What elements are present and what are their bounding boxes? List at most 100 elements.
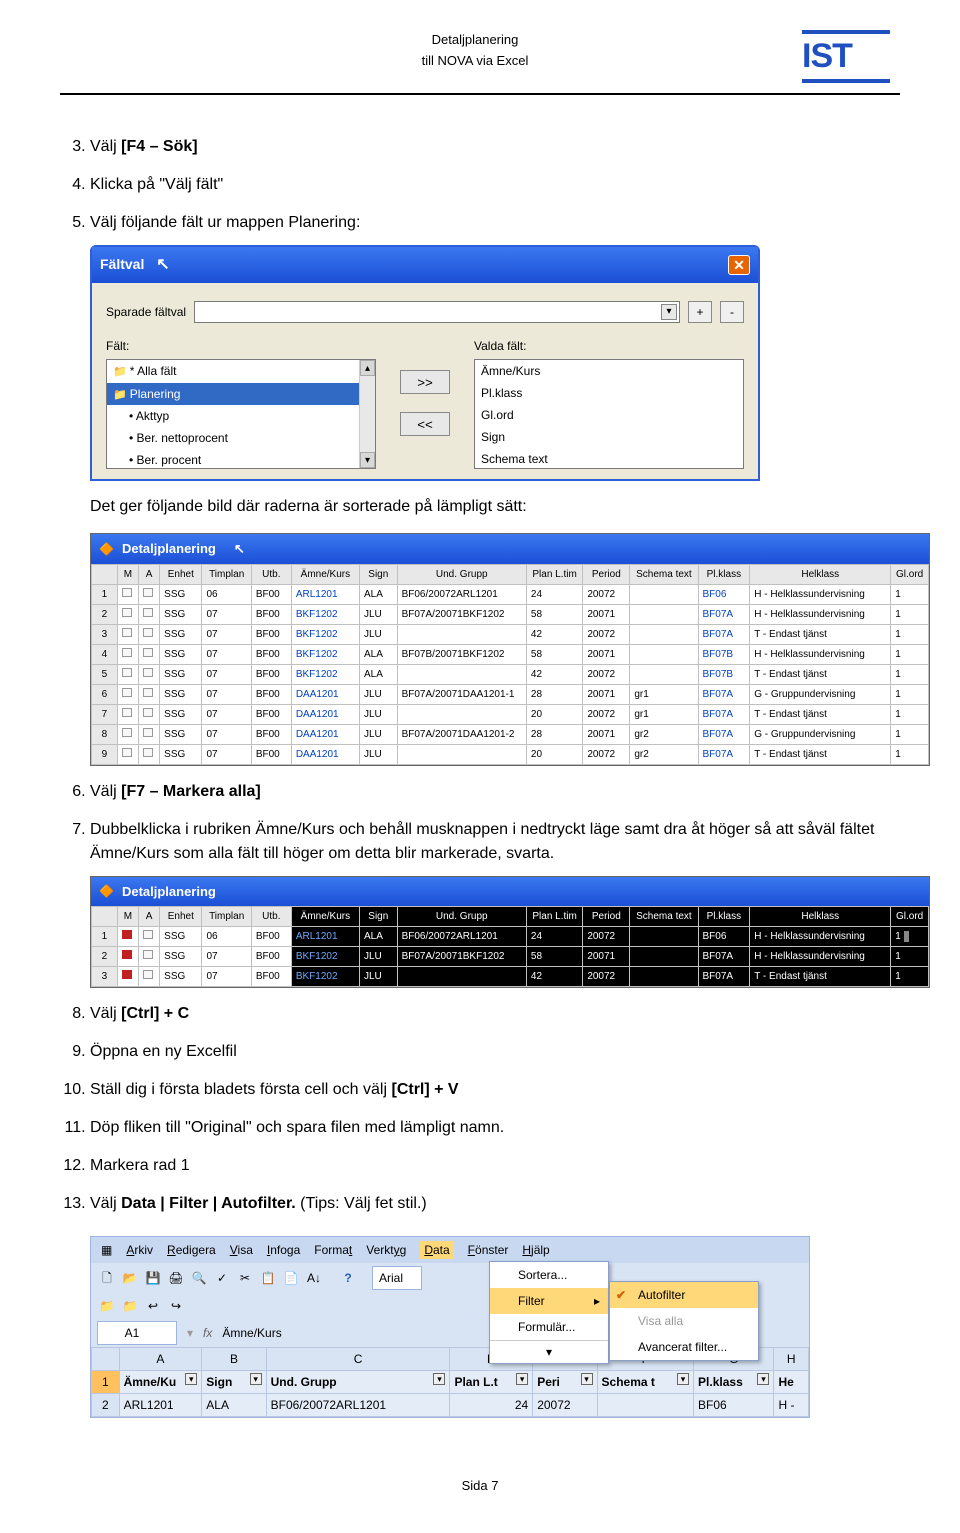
- cell[interactable]: 42: [526, 624, 582, 644]
- cell[interactable]: BKF1202: [291, 967, 359, 987]
- cell[interactable]: [630, 664, 698, 684]
- col-header[interactable]: C: [266, 1348, 450, 1371]
- folder-icon[interactable]: 📁: [120, 1296, 140, 1316]
- arrow-icon[interactable]: ↪: [166, 1296, 186, 1316]
- menu-visa[interactable]: Visa: [230, 1241, 253, 1259]
- cell[interactable]: BF06/20072ARL1201: [397, 927, 526, 947]
- list-item-selected[interactable]: Planering: [107, 383, 375, 406]
- save-icon[interactable]: 💾: [143, 1268, 163, 1288]
- folder-icon[interactable]: 📁: [97, 1296, 117, 1316]
- selected-listbox[interactable]: Ämne/Kurs Pl.klass Gl.ord Sign Schema te…: [474, 359, 744, 469]
- cell[interactable]: [117, 927, 138, 947]
- cell[interactable]: 58: [526, 604, 582, 624]
- column-header[interactable]: Schema text: [630, 564, 698, 584]
- column-header[interactable]: A: [139, 907, 160, 927]
- cell[interactable]: JLU: [359, 967, 397, 987]
- cell[interactable]: H -: [774, 1394, 809, 1417]
- cell[interactable]: 2: [92, 947, 118, 967]
- cell[interactable]: [397, 664, 526, 684]
- cell[interactable]: SSG: [160, 584, 202, 604]
- cell[interactable]: BF07A: [698, 724, 750, 744]
- cell[interactable]: H - Helklassundervisning: [750, 927, 891, 947]
- cell[interactable]: G - Gruppundervisning: [750, 684, 891, 704]
- cell[interactable]: [139, 604, 160, 624]
- cell[interactable]: DAA1201: [291, 724, 359, 744]
- column-header[interactable]: Helklass: [750, 564, 891, 584]
- cut-icon[interactable]: ✂: [235, 1268, 255, 1288]
- cell[interactable]: SSG: [160, 927, 202, 947]
- cell[interactable]: 1: [891, 604, 929, 624]
- column-header[interactable]: Sign: [359, 907, 397, 927]
- cell[interactable]: BF07A: [698, 704, 750, 724]
- column-header[interactable]: Plan L.tim: [526, 907, 582, 927]
- cell[interactable]: BF07A/20071DAA1201-1: [397, 684, 526, 704]
- grid-titlebar[interactable]: 🔶 Detaljplanering ↖: [91, 534, 929, 564]
- cell[interactable]: 07: [202, 624, 251, 644]
- cell[interactable]: 42: [526, 967, 582, 987]
- column-header[interactable]: Gl.ord: [891, 907, 929, 927]
- cell[interactable]: BKF1202: [291, 604, 359, 624]
- cell[interactable]: [630, 644, 698, 664]
- remove-button[interactable]: <<: [400, 412, 450, 436]
- cell[interactable]: ARL1201: [291, 927, 359, 947]
- cell[interactable]: 07: [202, 704, 251, 724]
- cell[interactable]: [397, 744, 526, 764]
- cell[interactable]: 20: [526, 744, 582, 764]
- list-item[interactable]: Akttyp: [107, 405, 375, 427]
- data-menu[interactable]: Sortera... Filter▸ Formulär... ▾: [489, 1261, 609, 1364]
- cell[interactable]: Plan L.t▾: [450, 1371, 533, 1394]
- help-icon[interactable]: ?: [338, 1268, 358, 1288]
- cell[interactable]: [630, 947, 698, 967]
- cell[interactable]: H - Helklassundervisning: [750, 604, 891, 624]
- copy-icon[interactable]: 📋: [258, 1268, 278, 1288]
- menu-hjalp[interactable]: Hjälp: [522, 1241, 549, 1259]
- column-header[interactable]: Ämne/Kurs: [291, 907, 359, 927]
- cell[interactable]: [117, 664, 138, 684]
- cell[interactable]: Und. Grupp▾: [266, 1371, 450, 1394]
- list-item[interactable]: * Alla fält: [107, 360, 375, 383]
- cell[interactable]: gr2: [630, 744, 698, 764]
- cell[interactable]: BF00: [251, 624, 291, 644]
- autofilter-icon[interactable]: ▾: [185, 1373, 197, 1385]
- column-header[interactable]: Schema text: [630, 907, 698, 927]
- col-header[interactable]: B: [202, 1348, 266, 1371]
- cell[interactable]: [117, 724, 138, 744]
- formula-value[interactable]: Ämne/Kurs: [222, 1324, 281, 1342]
- cell[interactable]: [630, 967, 698, 987]
- cell[interactable]: He: [774, 1371, 809, 1394]
- cell[interactable]: [117, 644, 138, 664]
- cell[interactable]: 07: [202, 967, 251, 987]
- cell[interactable]: 1: [891, 584, 929, 604]
- cell[interactable]: 1: [891, 704, 929, 724]
- cell[interactable]: 20072: [583, 704, 630, 724]
- cell[interactable]: 20072: [583, 744, 630, 764]
- menu-fonster[interactable]: Fönster: [468, 1241, 509, 1259]
- cell[interactable]: T - Endast tjänst: [750, 704, 891, 724]
- cell[interactable]: 1: [92, 584, 118, 604]
- data-grid[interactable]: MAEnhetTimplanUtb.Ämne/KursSignUnd. Grup…: [91, 564, 929, 765]
- column-header[interactable]: Utb.: [251, 907, 291, 927]
- column-header[interactable]: Timplan: [202, 907, 251, 927]
- cell[interactable]: Sign▾: [202, 1371, 266, 1394]
- cell[interactable]: 1: [891, 684, 929, 704]
- autofilter-icon[interactable]: ▾: [757, 1373, 769, 1385]
- cell[interactable]: SSG: [160, 664, 202, 684]
- cell[interactable]: BF00: [251, 927, 291, 947]
- cell[interactable]: 20072: [583, 624, 630, 644]
- cell[interactable]: BF07A: [698, 947, 750, 967]
- cell[interactable]: 07: [202, 744, 251, 764]
- menu-autofilter[interactable]: ✔Autofilter: [610, 1282, 758, 1308]
- menu-advanced[interactable]: Avancerat filter...: [610, 1334, 758, 1360]
- preview-icon[interactable]: 🔍: [189, 1268, 209, 1288]
- menu-sortera[interactable]: Sortera...: [490, 1262, 608, 1288]
- cell[interactable]: [117, 604, 138, 624]
- column-header[interactable]: Sign: [359, 564, 397, 584]
- cell[interactable]: [630, 624, 698, 644]
- cell[interactable]: DAA1201: [291, 704, 359, 724]
- column-header[interactable]: [92, 564, 118, 584]
- column-header[interactable]: Period: [583, 907, 630, 927]
- menu-filter[interactable]: Filter▸: [490, 1288, 608, 1314]
- cell[interactable]: BF07A/20071BKF1202: [397, 947, 526, 967]
- cell[interactable]: BF06: [694, 1394, 774, 1417]
- column-header[interactable]: A: [139, 564, 160, 584]
